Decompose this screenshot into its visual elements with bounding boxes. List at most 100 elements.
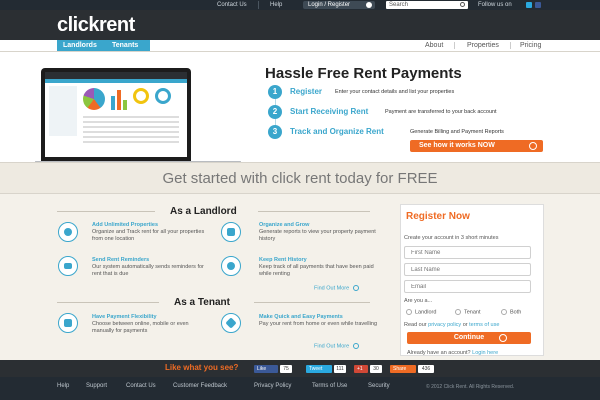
step-title: Register	[290, 87, 323, 96]
terms-of-use-link[interactable]: terms of use	[469, 322, 499, 328]
facebook-like-button[interactable]: Like	[254, 365, 278, 373]
radio-label: Tenant	[464, 309, 481, 316]
divider	[510, 42, 511, 49]
landlord-find-out-more-link[interactable]: Find Out More	[314, 285, 360, 292]
tweet-button[interactable]: Tweet	[306, 365, 332, 373]
tab-landlords[interactable]: Landlords	[63, 41, 97, 50]
arrow-circle-icon	[499, 334, 507, 342]
step-desc: Payment are transferred to your back acc…	[385, 109, 497, 115]
divider	[454, 42, 455, 49]
step-desc: Enter your contact details and list your…	[335, 89, 455, 95]
step-number: 2	[268, 105, 282, 119]
feature-desc: Our system automatically sends reminders…	[92, 264, 204, 277]
top-utility-bar: Contact Us Help Login / Register Search …	[0, 0, 600, 10]
feature-desc: Keep track of all payments that have bee…	[259, 264, 374, 277]
step-number: 3	[268, 125, 282, 139]
social-share-strip: Like what you see? Like 75 Tweet 111 +1 …	[0, 360, 600, 377]
login-prefix: Already have an account?	[407, 350, 471, 356]
nav-pricing[interactable]: Pricing	[520, 41, 541, 50]
logo-rent-text: rent	[98, 14, 135, 36]
clickrent-logo[interactable]: clickrent	[57, 14, 135, 37]
terms-text: Read our privacy policy or terms of use	[404, 322, 499, 328]
tenant-heading: As a Tenant	[174, 297, 230, 308]
login-register-button[interactable]: Login / Register	[303, 1, 375, 9]
search-icon[interactable]	[460, 2, 465, 7]
continue-button[interactable]: Continue	[407, 332, 531, 344]
dashboard-preview	[45, 72, 187, 157]
login-here-link[interactable]: Login here	[472, 350, 498, 356]
terms-or: or	[462, 322, 468, 328]
arrow-circle-icon	[529, 142, 537, 150]
feature-desc: Choose between online, mobile or even ma…	[92, 321, 189, 334]
follow-us-label: Follow us on	[478, 2, 512, 8]
laptop-screenshot	[41, 68, 191, 161]
radio-tenant[interactable]: Tenant	[455, 309, 481, 315]
share-count: 30	[370, 365, 382, 373]
history-icon	[221, 256, 241, 276]
feature-title: Keep Rent History	[259, 257, 307, 263]
register-panel: Register Now Create your account in 3 sh…	[400, 204, 544, 356]
landlord-heading: As a Landlord	[170, 206, 237, 217]
twitter-icon[interactable]	[526, 2, 532, 8]
footer-support-link[interactable]: Support	[86, 383, 107, 389]
user-type-tabs: Landlords Tenants	[57, 40, 150, 51]
last-name-field[interactable]	[404, 263, 531, 276]
feature-title: Make Quick and Easy Payments	[259, 314, 343, 320]
user-icon	[366, 2, 372, 8]
mail-icon	[58, 256, 78, 276]
arrow-circle-icon	[353, 343, 360, 349]
footer-privacy-link[interactable]: Privacy Policy	[254, 383, 291, 389]
feature-title: Send Rent Reminders	[92, 257, 150, 263]
feature-desc: Organize and Track rent for all your pro…	[92, 229, 205, 242]
divider	[258, 1, 259, 9]
tab-tenants[interactable]: Tenants	[112, 41, 138, 50]
continue-label: Continue	[453, 334, 485, 341]
feature-title: Organize and Grow	[259, 222, 310, 228]
google-plus-button[interactable]: +1	[354, 365, 368, 373]
divider	[57, 211, 155, 212]
arrow-circle-icon	[353, 285, 360, 291]
privacy-policy-link[interactable]: privacy policy	[428, 322, 461, 328]
footer-security-link[interactable]: Security	[368, 383, 390, 389]
feature-title: Add Unlimited Properties	[92, 222, 159, 228]
footer-contact-link[interactable]: Contact Us	[126, 383, 156, 389]
devices-icon	[58, 313, 78, 333]
link-label: Find Out More	[314, 285, 350, 292]
step-number: 1	[268, 85, 282, 99]
see-how-it-works-button[interactable]: See how it works NOW	[410, 140, 543, 152]
help-link[interactable]: Help	[270, 1, 282, 9]
login-register-label: Login / Register	[308, 2, 351, 8]
search-input[interactable]: Search	[386, 1, 468, 9]
divider	[258, 211, 370, 212]
footer-help-link[interactable]: Help	[57, 383, 69, 389]
user-type-label: Are you a...	[404, 298, 433, 304]
share-button[interactable]: Share	[390, 365, 416, 373]
tablet-icon	[221, 222, 241, 242]
free-banner: Get started with click rent today for FR…	[0, 162, 600, 194]
radio-landlord[interactable]: Landlord	[406, 309, 436, 315]
register-title: Register Now	[406, 211, 470, 222]
radio-both[interactable]: Both	[501, 309, 521, 315]
footer-terms-link[interactable]: Terms of Use	[312, 383, 347, 389]
copyright: © 2012 Click Rent. All Rights Reserved.	[426, 384, 515, 390]
facebook-icon[interactable]	[535, 2, 541, 8]
radio-circle	[406, 309, 412, 315]
nav-about[interactable]: About	[425, 41, 443, 50]
footer-feedback-link[interactable]: Customer Feedback	[173, 383, 227, 389]
like-prompt: Like what you see?	[165, 363, 239, 372]
login-prompt: Already have an account? Login here	[407, 350, 498, 356]
contact-us-link[interactable]: Contact Us	[217, 1, 247, 9]
logo-click-text: click	[57, 14, 99, 36]
email-field[interactable]	[404, 280, 531, 293]
site-footer: Help Support Contact Us Customer Feedbac…	[0, 377, 600, 400]
tenant-find-out-more-link[interactable]: Find Out More	[314, 343, 360, 350]
nav-strip: Landlords Tenants About Properties Prici…	[0, 40, 600, 52]
radio-circle	[455, 309, 461, 315]
feature-title: Have Payment Flexibility	[92, 314, 157, 320]
first-name-field[interactable]	[404, 246, 531, 259]
share-count: 436	[418, 365, 434, 373]
register-subtitle: Create your account in 3 short minutes	[404, 235, 499, 241]
nav-properties[interactable]: Properties	[467, 41, 499, 50]
link-label: Find Out More	[314, 343, 350, 350]
banner-text: Get started with click rent today for FR…	[162, 170, 438, 187]
